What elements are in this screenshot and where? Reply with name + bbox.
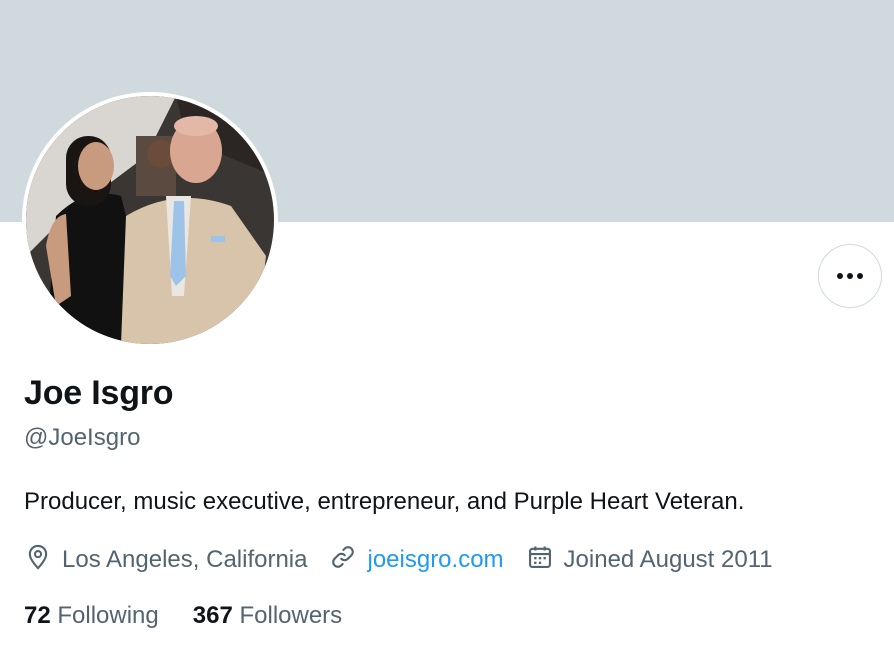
location-text: Los Angeles, California <box>62 546 308 573</box>
followers-label: Followers <box>239 602 343 629</box>
joined-text: Joined August 2011 <box>563 546 773 573</box>
profile-handle: @JoeIsgro <box>24 424 141 451</box>
profile-avatar[interactable] <box>22 92 278 348</box>
profile-stats: 72 Following 367 Followers <box>24 602 376 630</box>
profile-bio: Producer, music executive, entrepreneur,… <box>24 488 745 515</box>
followers-count: 367 <box>192 602 233 629</box>
followers-stat[interactable]: 367 Followers <box>193 602 342 630</box>
location-pin-icon <box>24 543 62 578</box>
profile-meta: Los Angeles, California joeisgro.com Joi… <box>24 543 773 577</box>
website-item[interactable]: joeisgro.com <box>329 543 504 578</box>
calendar-icon <box>526 543 564 578</box>
profile-page: Joe Isgro @JoeIsgro Producer, music exec… <box>0 0 894 646</box>
more-options-button[interactable] <box>818 244 882 308</box>
display-name: Joe Isgro <box>24 374 174 412</box>
following-label: Following <box>57 602 159 629</box>
link-icon <box>329 543 367 578</box>
following-count: 72 <box>24 602 51 629</box>
website-link[interactable]: joeisgro.com <box>367 546 503 574</box>
more-horizontal-icon <box>836 267 864 285</box>
location-item: Los Angeles, California <box>24 543 307 578</box>
joined-item: Joined August 2011 <box>526 543 773 578</box>
following-stat[interactable]: 72 Following <box>24 602 159 630</box>
